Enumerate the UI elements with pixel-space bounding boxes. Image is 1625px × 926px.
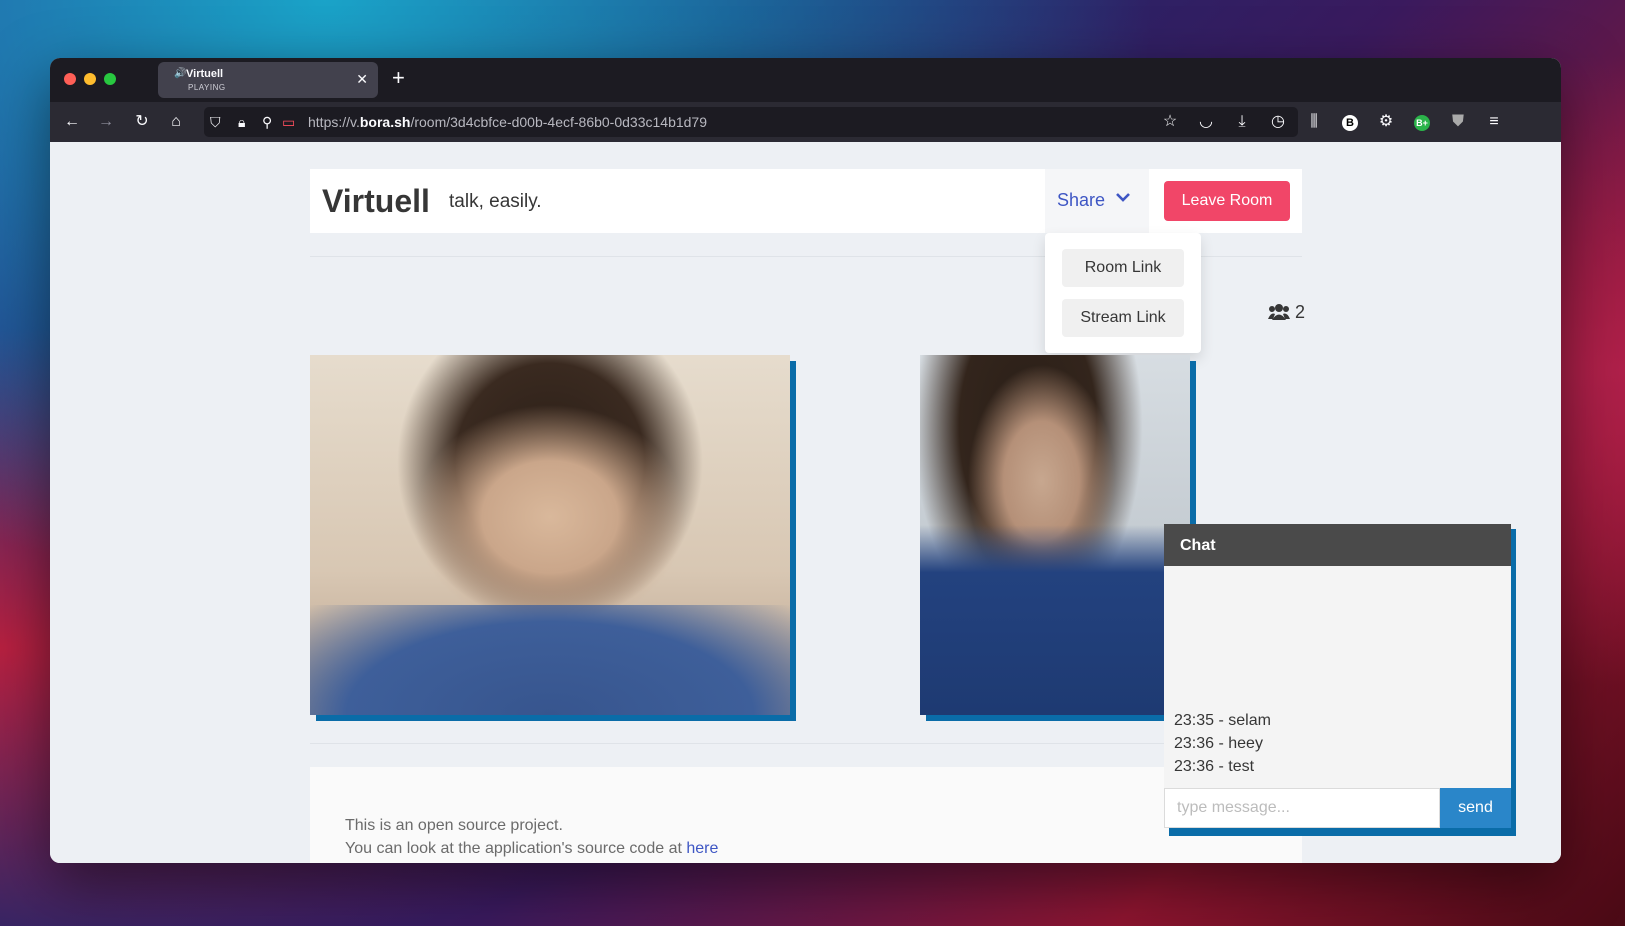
forward-icon[interactable]: → — [94, 110, 118, 134]
footer-source-text: You can look at the application's source… — [345, 840, 719, 857]
home-icon[interactable]: ⌂ — [164, 110, 188, 134]
url-bar[interactable]: ⛉ 🔒︎ ⚲ ▭ https://v.bora.sh/room/3d4cbfce… — [204, 107, 1298, 137]
history-icon[interactable]: ◷ — [1266, 110, 1290, 134]
chat-message: 23:35 - selam — [1174, 712, 1271, 729]
bookmark-star-icon[interactable]: ☆ — [1158, 110, 1182, 134]
ublock-icon[interactable]: ⛊ — [1446, 110, 1470, 134]
footer: This is an open source project. You can … — [310, 767, 1302, 863]
tab-title: Virtuell — [186, 68, 224, 80]
close-tab-icon[interactable]: ✕ — [356, 71, 368, 88]
room-link-button[interactable]: Room Link — [1062, 249, 1184, 287]
browser-tab[interactable]: 🔊 Virtuell PLAYING ✕ — [158, 62, 378, 98]
video-content — [920, 525, 1190, 715]
chat-message: 23:36 - heey — [1174, 735, 1263, 752]
chat-title: Chat — [1164, 524, 1511, 566]
share-dropdown-button[interactable]: Share — [1045, 169, 1149, 233]
page-viewport: Virtuell talk, easily. Share Leave Room … — [50, 142, 1561, 863]
footer-text: This is an open source project. — [345, 817, 563, 834]
zoom-window-button[interactable] — [104, 73, 116, 85]
divider — [310, 743, 1302, 744]
users-icon — [1268, 302, 1295, 322]
share-label: Share — [1057, 190, 1106, 210]
camera-sharing-icon[interactable]: ▭ — [282, 110, 295, 134]
back-icon[interactable]: ← — [60, 110, 84, 134]
chat-message: 23:36 - test — [1174, 758, 1255, 775]
minimize-window-button[interactable] — [84, 73, 96, 85]
settings-gear-icon[interactable]: ⚙ — [1374, 110, 1398, 134]
lock-icon[interactable]: 🔒︎ — [238, 110, 245, 134]
chat-panel: Chat 23:35 - selam 23:36 - heey 23:36 - … — [1164, 524, 1511, 828]
app-header: Virtuell talk, easily. Share Leave Room — [310, 169, 1302, 233]
menu-icon[interactable]: ≡ — [1482, 110, 1506, 134]
browser-window: 🔊 Virtuell PLAYING ✕ + ← → ↻ ⌂ ⛉ 🔒︎ ⚲ ▭ … — [50, 58, 1561, 863]
brand-logo[interactable]: Virtuell — [322, 183, 430, 220]
close-window-button[interactable] — [64, 73, 76, 85]
chat-message-input[interactable]: type message... — [1164, 788, 1440, 828]
tab-bar: 🔊 Virtuell PLAYING ✕ + — [50, 58, 1561, 102]
tagline: talk, easily. — [449, 191, 542, 212]
participant-count-value: 2 — [1295, 302, 1306, 322]
nav-bar: ← → ↻ ⌂ ⛉ 🔒︎ ⚲ ▭ https://v.bora.sh/room/… — [50, 102, 1561, 142]
participant-count: 2 — [1268, 302, 1305, 323]
tab-subtitle: PLAYING — [188, 83, 226, 92]
library-icon[interactable]: ⫼ — [1302, 110, 1326, 134]
remote-video[interactable] — [310, 355, 790, 715]
shield-icon[interactable]: ⛉ — [210, 110, 221, 134]
extension-bplus-icon[interactable]: B+ — [1410, 110, 1434, 134]
share-menu: Room Link Stream Link — [1045, 233, 1201, 353]
stream-link-button[interactable]: Stream Link — [1062, 299, 1184, 337]
reload-icon[interactable]: ↻ — [130, 110, 154, 134]
speaker-icon[interactable]: 🔊 — [174, 68, 186, 79]
video-content — [310, 605, 790, 715]
url-text[interactable]: https://v.bora.sh/room/3d4cbfce-d00b-4ec… — [308, 114, 707, 130]
local-video[interactable] — [920, 355, 1190, 715]
pocket-icon[interactable]: ◡ — [1194, 110, 1218, 134]
downloads-icon[interactable]: ⤓ — [1230, 110, 1254, 134]
extension-b-icon[interactable]: B — [1338, 110, 1362, 134]
permissions-icon[interactable]: ⚲ — [262, 110, 272, 134]
source-code-link[interactable]: here — [686, 840, 718, 857]
leave-room-button[interactable]: Leave Room — [1164, 181, 1290, 221]
send-button[interactable]: send — [1440, 788, 1511, 828]
chevron-down-icon — [1115, 189, 1131, 210]
new-tab-button[interactable]: + — [392, 66, 405, 90]
